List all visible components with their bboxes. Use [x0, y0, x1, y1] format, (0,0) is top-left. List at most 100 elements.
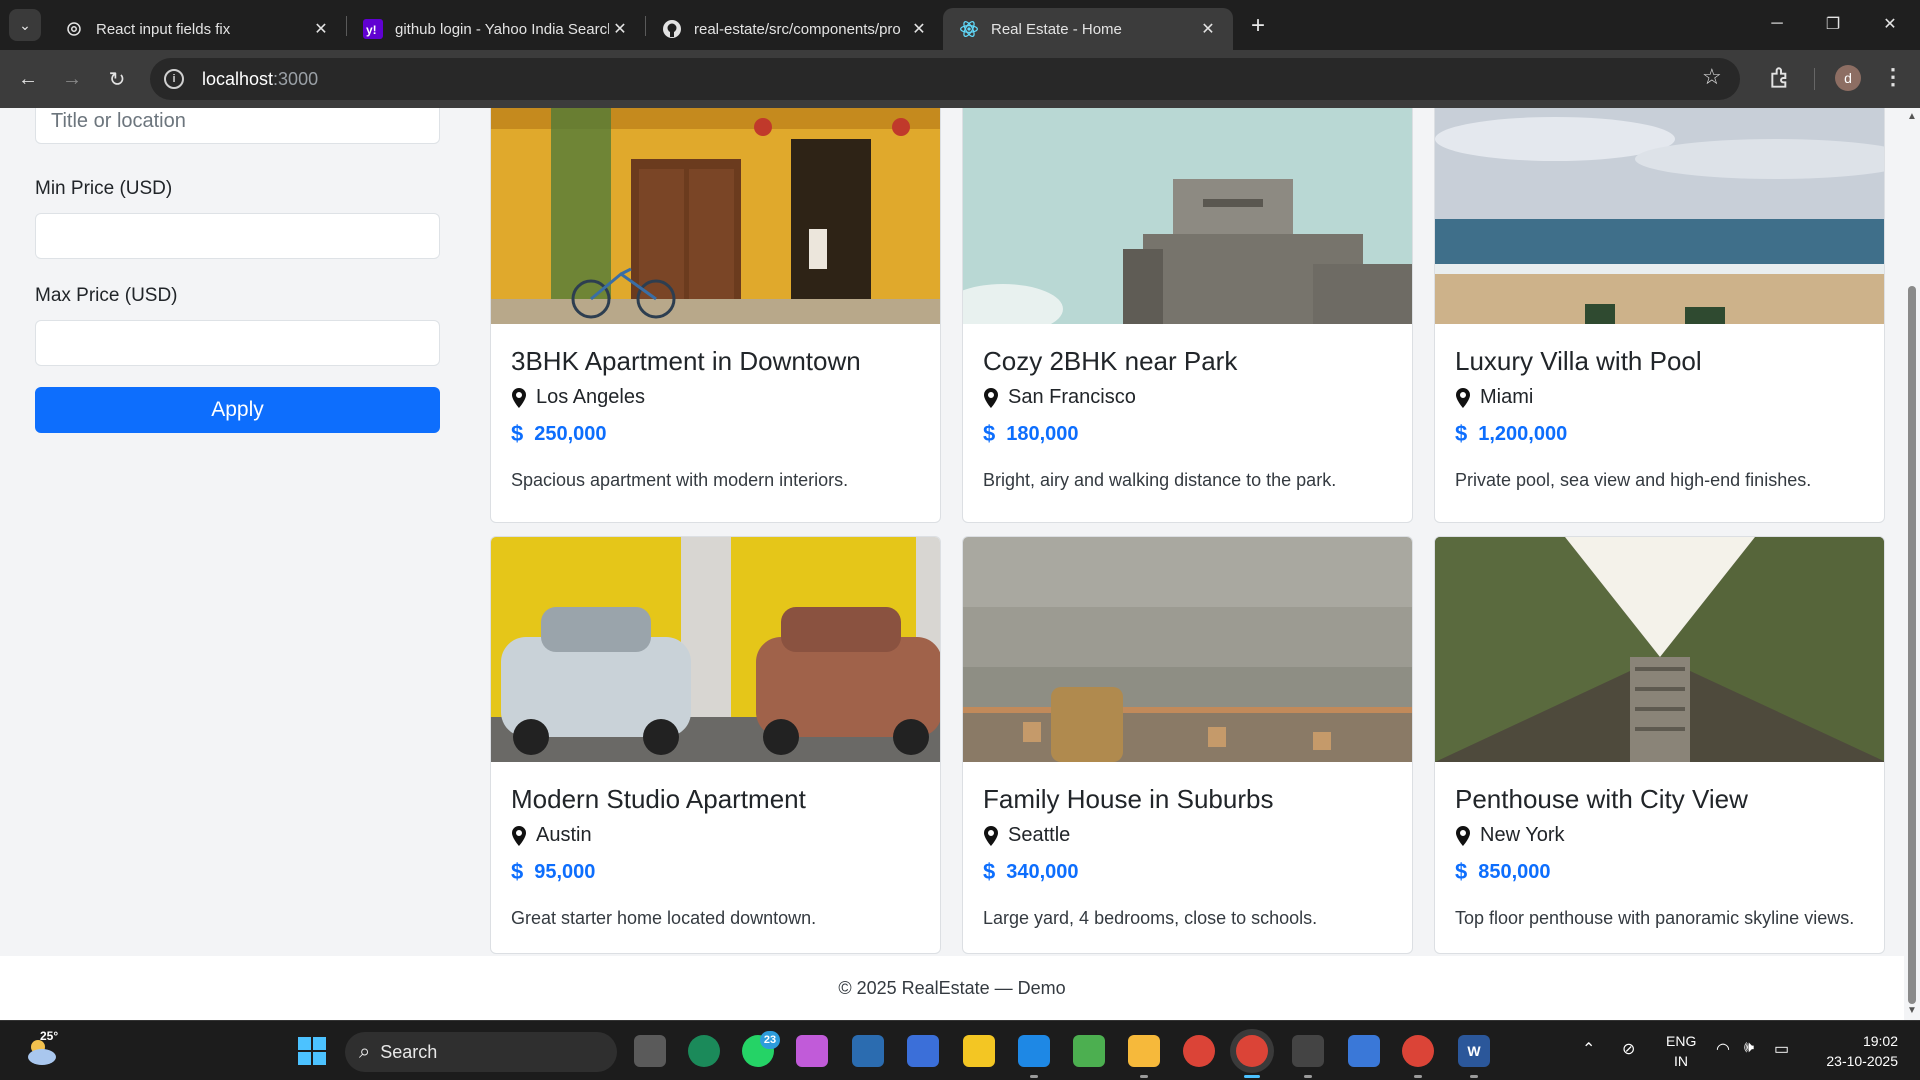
dollar-icon: $ [983, 859, 996, 884]
active-indicator [1244, 1075, 1260, 1078]
reload-icon[interactable]: ↻ [101, 63, 133, 95]
search-icon: ⌕ [359, 1040, 371, 1063]
map-pin-icon [1456, 825, 1470, 846]
scroll-up-icon[interactable]: ▲ [1907, 112, 1917, 122]
taskbar-clock[interactable]: 19:02 23-10-2025 [1816, 1031, 1898, 1071]
photos-icon[interactable] [1073, 1035, 1105, 1067]
listing-price: $ 95,000 [511, 859, 595, 885]
listing-price-value: 95,000 [534, 860, 596, 883]
browser-menu-icon[interactable]: ⋮ [1882, 64, 1904, 90]
file-explorer-icon[interactable] [1128, 1035, 1160, 1067]
listing-card[interactable]: Modern Studio Apartment Austin $ 95,000 … [490, 536, 941, 954]
tab-label: React input fields fix [96, 20, 231, 38]
chrome-icon[interactable] [1183, 1035, 1215, 1067]
search-input[interactable] [35, 108, 440, 144]
address-bar[interactable]: i localhost:3000 [150, 58, 1740, 100]
scroll-down-icon[interactable]: ▼ [1907, 1006, 1917, 1016]
listing-photo [1435, 108, 1884, 324]
tab-github-real-estate[interactable]: real-estate/src/components/pro ✕ [646, 8, 944, 50]
listing-price-value: 1,200,000 [1478, 422, 1568, 445]
bookmark-star-icon[interactable]: ☆ [1702, 64, 1722, 90]
listing-title[interactable]: Cozy 2BHK near Park [983, 346, 1237, 377]
yahoo-icon: y! [363, 19, 383, 39]
listing-location-text: Miami [1480, 386, 1534, 408]
running-indicator [1470, 1075, 1478, 1078]
tab-real-estate-home[interactable]: Real Estate - Home ✕ [943, 8, 1233, 50]
listing-card[interactable]: 3BHK Apartment in Downtown Los Angeles $… [490, 108, 941, 523]
min-price-label: Min Price (USD) [35, 178, 173, 199]
tab-close-icon[interactable]: ✕ [310, 18, 332, 40]
language-indicator[interactable]: ENG IN [1666, 1031, 1696, 1071]
clock-time: 19:02 [1862, 1033, 1898, 1049]
forward-icon[interactable]: → [56, 63, 88, 95]
max-price-field[interactable] [35, 320, 440, 366]
dollar-icon: $ [511, 859, 524, 884]
site-info-icon[interactable]: i [164, 69, 184, 89]
page-footer: © 2025 RealEstate — Demo [0, 956, 1904, 1020]
windows-start-icon[interactable] [296, 1035, 328, 1067]
listing-title[interactable]: Modern Studio Apartment [511, 784, 806, 815]
scrollbar-thumb[interactable] [1908, 286, 1916, 1004]
listing-card[interactable]: Cozy 2BHK near Park San Francisco $ 180,… [962, 108, 1413, 523]
restore-icon[interactable]: ❐ [1813, 8, 1853, 40]
listing-photo [963, 537, 1412, 762]
listing-photo [963, 108, 1412, 324]
listing-card[interactable]: Penthouse with City View New York $ 850,… [1434, 536, 1885, 954]
microsoft-store-icon[interactable] [852, 1035, 884, 1067]
listing-price: $ 850,000 [1455, 859, 1551, 885]
map-pin-icon [984, 387, 998, 408]
tab-react-input-fields-fix[interactable]: React input fields fix ✕ [48, 8, 346, 50]
whatsapp-badge: 23 [760, 1031, 780, 1049]
vscode-icon[interactable] [1018, 1035, 1050, 1067]
listing-title[interactable]: Family House in Suburbs [983, 784, 1273, 815]
terminal-icon[interactable] [1292, 1035, 1324, 1067]
task-view-icon[interactable] [634, 1035, 666, 1067]
notepad-icon[interactable] [1348, 1035, 1380, 1067]
map-pin-icon [984, 825, 998, 846]
listing-location: Miami [1455, 386, 1533, 409]
listing-card[interactable]: Family House in Suburbs Seattle $ 340,00… [962, 536, 1413, 954]
listing-title[interactable]: 3BHK Apartment in Downtown [511, 346, 861, 377]
language-line1: ENG [1666, 1033, 1697, 1049]
page-scrollbar[interactable]: ▲ ▼ [1904, 108, 1920, 1020]
minimize-icon[interactable]: ─ [1757, 8, 1797, 40]
volume-icon[interactable]: 🕪 [1744, 1039, 1754, 1057]
copilot-icon[interactable] [796, 1035, 828, 1067]
battery-icon[interactable]: ▭ [1774, 1039, 1789, 1059]
footer-text: © 2025 RealEstate — Demo [838, 977, 1066, 998]
weather-temp: 25° [40, 1029, 59, 1043]
listing-card[interactable]: Luxury Villa with Pool Miami $ 1,200,000… [1434, 108, 1885, 523]
listing-price: $ 250,000 [511, 421, 607, 447]
listing-price: $ 180,000 [983, 421, 1079, 447]
tab-close-icon[interactable]: ✕ [908, 18, 930, 40]
tab-close-icon[interactable]: ✕ [609, 18, 631, 40]
sticky-notes-icon[interactable] [963, 1035, 995, 1067]
chrome-profile-icon[interactable] [1236, 1035, 1268, 1067]
chrome-alt-icon[interactable] [1402, 1035, 1434, 1067]
min-price-field[interactable] [35, 213, 440, 259]
listing-description: Spacious apartment with modern interiors… [511, 470, 849, 490]
tab-github-login-yahoo[interactable]: y! github login - Yahoo India Search ✕ [347, 8, 645, 50]
close-window-icon[interactable]: ✕ [1870, 8, 1910, 40]
word-icon[interactable]: W [1458, 1035, 1490, 1067]
listing-location-text: Austin [536, 824, 592, 846]
tab-search-menu-button[interactable]: ⌄ [9, 9, 41, 41]
extensions-icon[interactable] [1768, 65, 1794, 91]
wifi-icon[interactable]: ◠ [1716, 1039, 1730, 1059]
apply-button[interactable]: Apply [35, 387, 440, 433]
tab-label: real-estate/src/components/pro [694, 20, 901, 38]
profile-avatar[interactable]: d [1835, 65, 1861, 91]
taskbar-search-label: Search [380, 1041, 438, 1062]
edge-icon[interactable] [688, 1035, 720, 1067]
tray-overflow-chevron-icon[interactable]: ⌃ [1582, 1039, 1595, 1059]
listing-title[interactable]: Penthouse with City View [1455, 784, 1748, 815]
network-off-icon[interactable]: ⊘ [1622, 1039, 1635, 1059]
map-pin-icon [512, 825, 526, 846]
new-tab-button[interactable]: + [1244, 12, 1272, 40]
listing-title[interactable]: Luxury Villa with Pool [1455, 346, 1702, 377]
back-icon[interactable]: ← [12, 63, 44, 95]
tab-close-icon[interactable]: ✕ [1197, 18, 1219, 40]
browser-toolbar: ← → ↻ i localhost:3000 ☆ d ⋮ [0, 50, 1920, 108]
taskbar-search-box[interactable]: ⌕ Search [345, 1032, 617, 1072]
calendar-icon[interactable] [907, 1035, 939, 1067]
